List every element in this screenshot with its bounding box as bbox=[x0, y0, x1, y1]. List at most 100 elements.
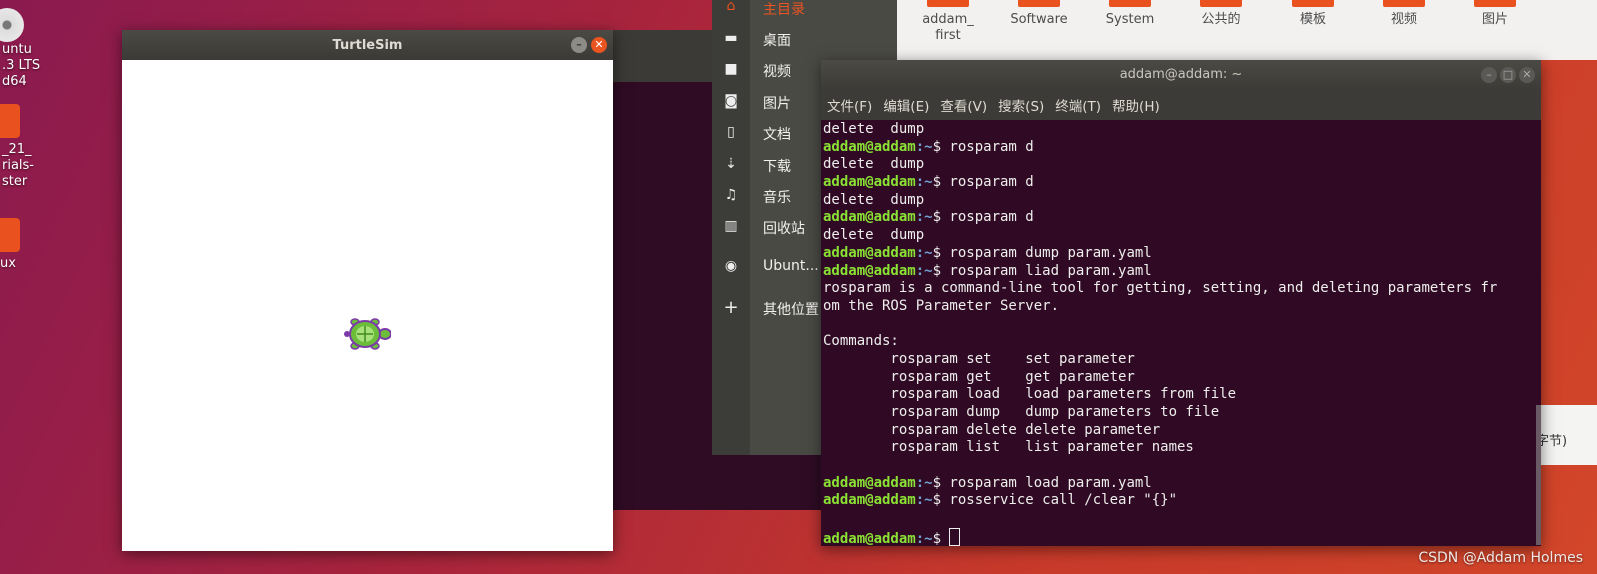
prompt-user: addam@addam bbox=[823, 474, 916, 491]
terminal-command: $ rosparam d bbox=[932, 174, 1034, 191]
sidebar-item-label: 桌面 bbox=[763, 33, 791, 49]
desktop-icon-label: _21_ rials- ster bbox=[2, 142, 34, 189]
terminal-titlebar[interactable]: addam@addam: ~ – □ ✕ bbox=[821, 60, 1541, 90]
folder-item[interactable]: 图片 bbox=[1455, 0, 1535, 28]
folder-label: System bbox=[1105, 12, 1155, 27]
terminal-prompt-line: addam@addam:~$ bbox=[823, 527, 1539, 546]
terminal-output-line: rosparam list list parameter names bbox=[823, 439, 1194, 456]
dvd-icon bbox=[0, 8, 24, 42]
maximize-button[interactable]: □ bbox=[1500, 67, 1516, 83]
terminal-prompt-line: addam@addam:~$ rosservice call /clear "{… bbox=[823, 492, 1539, 510]
terminal-output-line: rosparam is a command-line tool for gett… bbox=[823, 280, 1498, 297]
terminal-command: $ rosparam liad param.yaml bbox=[932, 262, 1152, 279]
sidebar-item-label: Ubunt... bbox=[763, 258, 819, 274]
turtle-icon bbox=[344, 318, 391, 350]
file-manager-content: addam_ first Software System 公共的 模板 视频 图… bbox=[897, 0, 1597, 60]
sidebar-item-home[interactable]: ⌂ 主目录 bbox=[712, 0, 897, 22]
turtlesim-window[interactable]: TurtleSim – ✕ bbox=[122, 30, 613, 551]
terminal-output[interactable]: delete dump addam@addam:~$ rosparam d dele… bbox=[821, 121, 1541, 546]
terminal-cursor[interactable] bbox=[949, 527, 961, 546]
prompt-path: :~ bbox=[915, 474, 933, 491]
folder-icon bbox=[1200, 0, 1242, 7]
download-icon: ⇣ bbox=[725, 156, 737, 172]
terminal-window[interactable]: addam@addam: ~ – □ ✕ 文件(F) 编辑(E) 查看(V) 搜… bbox=[821, 60, 1541, 546]
desktop-icon-tutorials-folder[interactable]: _21_ rials- ster bbox=[0, 104, 52, 190]
folder-label: Software bbox=[1010, 12, 1068, 27]
folder-label: 图片 bbox=[1481, 12, 1508, 27]
terminal-output-line: delete dump bbox=[823, 121, 925, 137]
terminal-prompt-line: addam@addam:~$ rosparam d bbox=[823, 174, 1539, 192]
prompt-path: :~ bbox=[915, 262, 933, 279]
prompt-path: :~ bbox=[915, 209, 933, 226]
sidebar-item-label: 图片 bbox=[763, 96, 791, 112]
close-button[interactable]: ✕ bbox=[1519, 67, 1535, 83]
desktop-icon-label: untu .3 LTS d64 bbox=[2, 42, 41, 89]
terminal-output-line: rosparam set set parameter bbox=[823, 350, 1135, 367]
terminal-output-line: delete dump bbox=[823, 156, 925, 173]
menu-file[interactable]: 文件(F) bbox=[827, 95, 872, 115]
terminal-output-line: rosparam get get parameter bbox=[823, 368, 1135, 385]
desktop-icon-linux-folder[interactable]: ux bbox=[0, 218, 52, 272]
folder-icon bbox=[1383, 0, 1425, 7]
turtlesim-titlebar[interactable]: TurtleSim – ✕ bbox=[122, 30, 613, 60]
terminal-command: $ rosparam d bbox=[932, 138, 1034, 155]
terminal-command: $ rosparam load param.yaml bbox=[932, 474, 1152, 491]
terminal-prompt-line: addam@addam:~$ rosparam liad param.yaml bbox=[823, 263, 1539, 281]
sidebar-item-label: 主目录 bbox=[763, 2, 805, 18]
terminal-command: $ rosparam d bbox=[932, 209, 1034, 226]
sidebar-item-label: 音乐 bbox=[763, 190, 791, 206]
desktop-icon-ubuntu-dvd[interactable]: untu .3 LTS d64 bbox=[0, 8, 50, 90]
sidebar-item-label: 下载 bbox=[763, 159, 791, 175]
trash-icon: ▥ bbox=[724, 218, 738, 234]
music-icon: ♫ bbox=[724, 187, 738, 203]
minimize-button[interactable]: – bbox=[1481, 67, 1497, 83]
folder-item[interactable]: addam_ first bbox=[908, 0, 988, 44]
folder-item[interactable]: 模板 bbox=[1273, 0, 1353, 28]
sidebar-item-label: 文档 bbox=[763, 127, 791, 143]
terminal-output-line: delete dump bbox=[823, 227, 925, 244]
menu-terminal[interactable]: 终端(T) bbox=[1055, 95, 1101, 115]
folder-item[interactable]: System bbox=[1090, 0, 1170, 28]
terminal-prompt-line: addam@addam:~$ rosparam d bbox=[823, 209, 1539, 227]
prompt-user: addam@addam bbox=[823, 262, 916, 279]
folder-icon bbox=[1474, 0, 1516, 7]
prompt-user: addam@addam bbox=[823, 244, 916, 261]
turtlesim-canvas bbox=[122, 60, 613, 551]
menu-help[interactable]: 帮助(H) bbox=[1112, 95, 1160, 115]
folder-item[interactable]: 视频 bbox=[1364, 0, 1444, 28]
menu-edit[interactable]: 编辑(E) bbox=[883, 95, 929, 115]
prompt-user: addam@addam bbox=[823, 530, 916, 546]
menu-search[interactable]: 搜索(S) bbox=[998, 95, 1044, 115]
menu-view[interactable]: 查看(V) bbox=[940, 95, 987, 115]
sidebar-item-label: 回收站 bbox=[763, 221, 805, 237]
folder-icon bbox=[1018, 0, 1060, 7]
folder-icon bbox=[1109, 0, 1151, 7]
terminal-command: $ rosparam dump param.yaml bbox=[932, 244, 1152, 261]
folder-item[interactable]: 公共的 bbox=[1181, 0, 1261, 28]
terminal-prompt-line: addam@addam:~$ rosparam dump param.yaml bbox=[823, 245, 1539, 263]
folder-label: 视频 bbox=[1390, 12, 1417, 27]
camera-icon: ◙ bbox=[724, 93, 738, 109]
minimize-button[interactable]: – bbox=[571, 37, 587, 53]
prompt-user: addam@addam bbox=[823, 174, 916, 191]
terminal-output-line: Commands: bbox=[823, 333, 899, 350]
disc-icon: ◉ bbox=[724, 258, 738, 274]
terminal-menubar: 文件(F) 编辑(E) 查看(V) 搜索(S) 终端(T) 帮助(H) bbox=[821, 90, 1541, 120]
prompt-path: :~ bbox=[915, 138, 933, 155]
folder-icon bbox=[1292, 0, 1334, 7]
terminal-scrollbar[interactable] bbox=[1536, 405, 1541, 545]
prompt-user: addam@addam bbox=[823, 492, 916, 509]
terminal-output-line: om the ROS Parameter Server. bbox=[823, 297, 1060, 314]
prompt-user: addam@addam bbox=[823, 209, 916, 226]
sidebar-item-desktop[interactable]: ▬ 桌面 bbox=[712, 28, 897, 54]
terminal-output-line: rosparam dump dump parameters to file bbox=[823, 404, 1220, 420]
folder-item[interactable]: Software bbox=[999, 0, 1079, 28]
prompt-path: :~ bbox=[915, 244, 933, 261]
folder-icon bbox=[927, 0, 969, 7]
plus-icon: + bbox=[723, 297, 739, 318]
close-button[interactable]: ✕ bbox=[591, 37, 607, 53]
prompt-path: :~ bbox=[915, 530, 933, 546]
prompt-path: :~ bbox=[915, 492, 933, 509]
